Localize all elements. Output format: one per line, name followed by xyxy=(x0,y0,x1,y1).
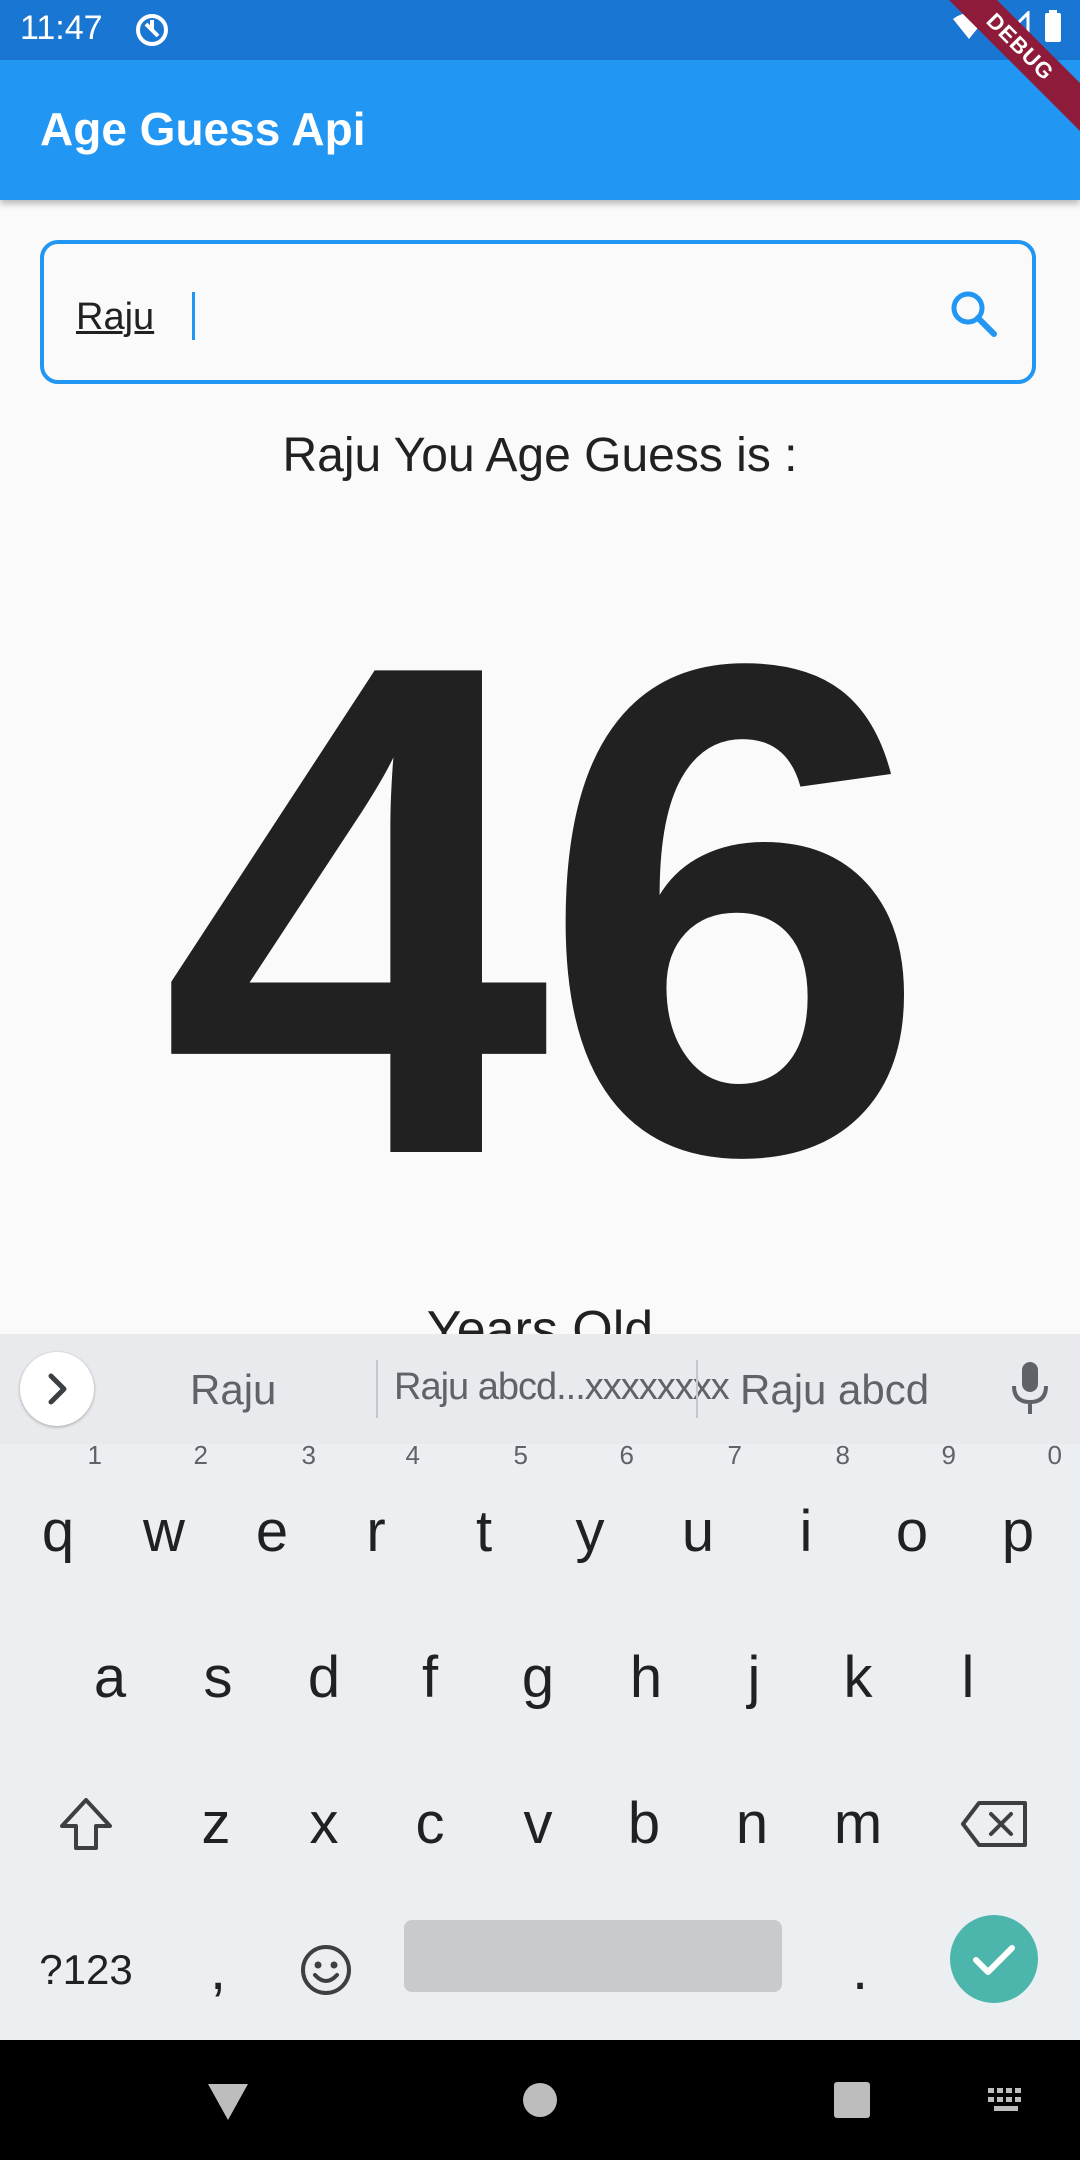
search-field[interactable] xyxy=(40,240,1036,384)
period-key[interactable]: . xyxy=(810,1910,910,2030)
key-i[interactable]: i8 xyxy=(756,1442,856,1592)
age-value: 46 xyxy=(160,519,930,1301)
suggestion-divider xyxy=(696,1360,698,1418)
key-row-3: z x c v b n m xyxy=(0,1764,1080,1904)
navigation-bar xyxy=(0,2040,1080,2160)
backspace-key[interactable] xyxy=(944,1764,1044,1884)
app-title: Age Guess Api xyxy=(40,103,366,155)
key-a[interactable]: a xyxy=(60,1618,160,1738)
key-l[interactable]: l xyxy=(918,1618,1018,1738)
key-h[interactable]: h xyxy=(596,1618,696,1738)
key-b[interactable]: b xyxy=(594,1764,694,1884)
space-key[interactable] xyxy=(404,1920,782,1992)
key-k[interactable]: k xyxy=(808,1618,908,1738)
key-z[interactable]: z xyxy=(166,1764,266,1884)
suggestion-1[interactable]: Raju xyxy=(190,1366,276,1414)
suggestion-divider xyxy=(376,1360,378,1418)
key-c[interactable]: c xyxy=(380,1764,480,1884)
key-v[interactable]: v xyxy=(488,1764,588,1884)
key-row-2: a s d f g h j k l xyxy=(0,1618,1080,1758)
key-j[interactable]: j xyxy=(704,1618,804,1738)
guess-label: Raju You Age Guess is : xyxy=(282,429,798,482)
key-n[interactable]: n xyxy=(702,1764,802,1884)
home-icon[interactable] xyxy=(522,2082,558,2118)
recents-icon[interactable] xyxy=(834,2082,870,2118)
key-q[interactable]: q1 xyxy=(8,1442,108,1592)
text-cursor xyxy=(192,292,195,340)
search-icon[interactable] xyxy=(946,286,1002,342)
key-m[interactable]: m xyxy=(808,1764,908,1884)
battery-icon xyxy=(1045,10,1061,42)
shift-icon xyxy=(60,1798,112,1850)
key-d[interactable]: d xyxy=(274,1618,374,1738)
key-y[interactable]: y6 xyxy=(540,1442,640,1592)
chevron-right-icon xyxy=(48,1373,67,1405)
key-s[interactable]: s xyxy=(168,1618,268,1738)
key-g[interactable]: g xyxy=(488,1618,588,1738)
key-t[interactable]: t5 xyxy=(434,1442,534,1592)
suggestion-strip: Raju Raju abcd...xxxxxxxx Raju abcd xyxy=(0,1334,1080,1444)
status-time: 11:47 xyxy=(20,9,103,47)
status-bar: 11:47 xyxy=(0,0,1080,60)
emoji-icon xyxy=(301,1945,351,1995)
check-icon xyxy=(973,1945,1015,1975)
key-e[interactable]: e3 xyxy=(222,1442,322,1592)
expand-toolbar-button[interactable] xyxy=(20,1352,94,1426)
suggestion-2[interactable]: Raju abcd...xxxxxxxx xyxy=(394,1366,730,1409)
key-r[interactable]: r4 xyxy=(326,1442,426,1592)
app-bar: Age Guess Api xyxy=(0,60,1080,200)
key-o[interactable]: o9 xyxy=(862,1442,962,1592)
symbols-key[interactable]: ?123 xyxy=(26,1910,146,2030)
key-f[interactable]: f xyxy=(380,1618,480,1738)
comma-key[interactable]: , xyxy=(168,1910,268,2030)
back-icon[interactable] xyxy=(206,2082,250,2122)
suggestion-3[interactable]: Raju abcd xyxy=(740,1366,929,1414)
key-row-1: q1 w2 e3 r4 t5 y6 u7 i8 o9 p0 xyxy=(0,1442,1080,1612)
app-notification-icon xyxy=(136,14,168,46)
backspace-icon xyxy=(961,1801,1027,1847)
emoji-key[interactable] xyxy=(276,1910,376,2030)
key-w[interactable]: w2 xyxy=(114,1442,214,1592)
keyboard-switch-icon[interactable] xyxy=(988,2088,1028,2114)
key-x[interactable]: x xyxy=(274,1764,374,1884)
key-p[interactable]: p0 xyxy=(968,1442,1068,1592)
shift-key[interactable] xyxy=(36,1764,136,1884)
key-u[interactable]: u7 xyxy=(648,1442,748,1592)
microphone-icon[interactable] xyxy=(1008,1360,1052,1416)
done-key[interactable] xyxy=(950,1915,1038,2003)
